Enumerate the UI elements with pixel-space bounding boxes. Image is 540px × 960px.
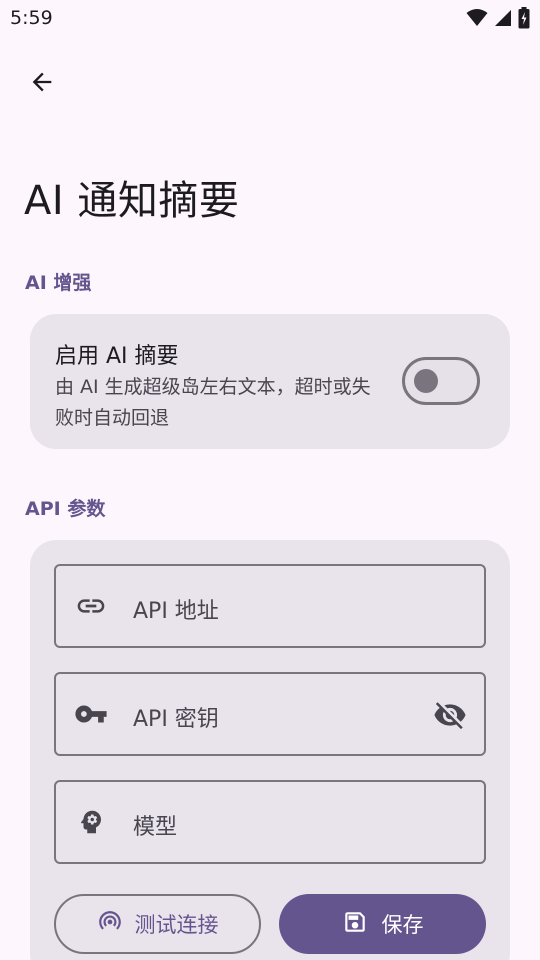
wifi-icon — [466, 9, 488, 27]
section-header-ai-enhance: AI 增强 — [25, 272, 92, 294]
ai-summary-switch[interactable] — [402, 357, 480, 405]
battery-charging-icon — [518, 7, 530, 29]
link-icon — [74, 591, 108, 621]
model-placeholder: 模型 — [133, 815, 178, 840]
status-time: 5:59 — [10, 7, 53, 29]
api-url-field[interactable]: API 地址 — [54, 564, 486, 648]
key-icon — [74, 699, 108, 729]
toggle-description: 由 AI 生成超级岛左右文本，超时或失败时自动回退 — [55, 376, 371, 429]
test-connection-button[interactable]: 测试连接 — [54, 894, 261, 954]
ai-summary-toggle-card[interactable]: 启用 AI 摘要 由 AI 生成超级岛左右文本，超时或失败时自动回退 — [30, 314, 510, 449]
save-button[interactable]: 保存 — [279, 894, 486, 954]
screen: 5:59 AI 通知摘要 AI 增强 启用 AI 摘要 由 AI 生成超级岛左右… — [0, 0, 540, 960]
psychology-icon — [74, 807, 108, 837]
back-button[interactable] — [20, 62, 64, 106]
api-url-placeholder: API 地址 — [133, 599, 219, 624]
save-icon — [342, 909, 368, 939]
arrow-back-icon — [28, 68, 56, 100]
api-params-card: API 地址 API 密钥 模型 测试连接 保存 — [30, 540, 510, 960]
test-connection-label: 测试连接 — [134, 913, 219, 937]
switch-thumb — [414, 369, 438, 393]
api-key-field[interactable]: API 密钥 — [54, 672, 486, 756]
status-bar: 5:59 — [0, 0, 540, 36]
section-header-api-params: API 参数 — [25, 498, 106, 520]
sensors-icon — [97, 909, 123, 939]
signal-icon — [494, 9, 512, 27]
page-title: AI 通知摘要 — [24, 178, 240, 224]
visibility-off-icon[interactable] — [432, 697, 468, 733]
status-icons — [466, 7, 530, 29]
api-key-placeholder: API 密钥 — [133, 707, 219, 732]
toggle-title: 启用 AI 摘要 — [55, 344, 179, 369]
model-field[interactable]: 模型 — [54, 780, 486, 864]
save-label: 保存 — [381, 913, 424, 937]
